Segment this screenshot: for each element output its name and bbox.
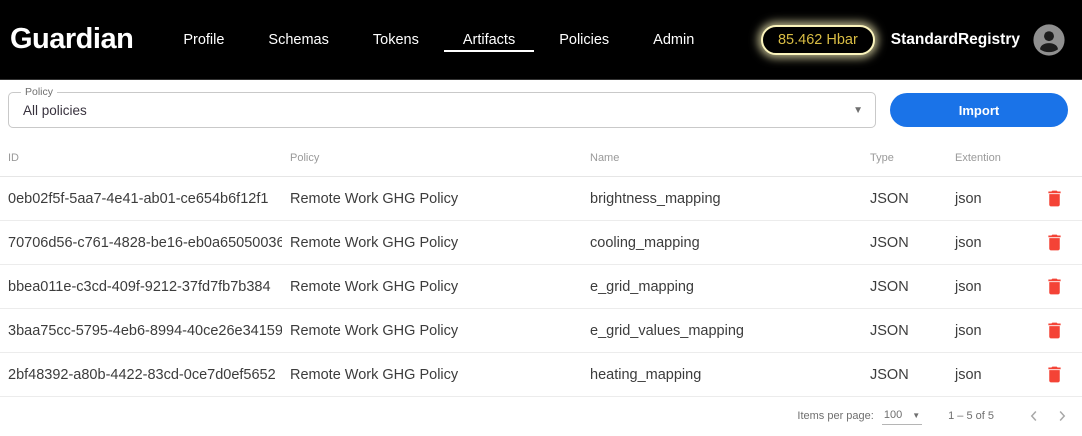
- column-header-type: Type: [862, 152, 947, 164]
- trash-icon: [1044, 364, 1065, 385]
- policy-filter-select[interactable]: Policy All policies ▼: [8, 92, 876, 128]
- next-page-button[interactable]: [1048, 402, 1076, 430]
- table-row: 0eb02f5f-5aa7-4e41-ab01-ce654b6f12f1 Rem…: [0, 177, 1082, 221]
- page-size-select[interactable]: 100 ▼: [882, 407, 922, 425]
- cell-name: heating_mapping: [582, 367, 862, 383]
- cell-type: JSON: [862, 323, 947, 339]
- hbar-balance-badge: 85.462 Hbar: [761, 25, 875, 55]
- nav-item-policies[interactable]: Policies: [537, 0, 631, 80]
- cell-id: 3baa75cc-5795-4eb6-8994-40ce26e34159: [0, 323, 282, 339]
- page-size-value: 100: [884, 409, 902, 421]
- trash-icon: [1044, 320, 1065, 341]
- cell-id: bbea011e-c3cd-409f-9212-37fd7fb7b384: [0, 279, 282, 295]
- artifacts-table: ID Policy Name Type Extention 0eb02f5f-5…: [0, 140, 1082, 397]
- cell-name: e_grid_mapping: [582, 279, 862, 295]
- cell-extention: json: [947, 323, 1032, 339]
- delete-artifact-button[interactable]: [1042, 275, 1066, 299]
- cell-name: e_grid_values_mapping: [582, 323, 862, 339]
- cell-policy: Remote Work GHG Policy: [282, 279, 582, 295]
- table-row: bbea011e-c3cd-409f-9212-37fd7fb7b384 Rem…: [0, 265, 1082, 309]
- top-navbar: Guardian ProfileSchemasTokensArtifactsPo…: [0, 0, 1082, 80]
- trash-icon: [1044, 232, 1065, 253]
- app-logo[interactable]: Guardian: [10, 23, 133, 56]
- cell-id: 0eb02f5f-5aa7-4e41-ab01-ce654b6f12f1: [0, 191, 282, 207]
- username-label: StandardRegistry: [891, 31, 1020, 49]
- chevron-down-icon: ▼: [853, 105, 863, 116]
- navbar-right: 85.462 Hbar StandardRegistry: [761, 23, 1066, 57]
- cell-actions: [1032, 319, 1082, 343]
- nav-item-artifacts[interactable]: Artifacts: [441, 0, 537, 80]
- cell-extention: json: [947, 235, 1032, 251]
- cell-type: JSON: [862, 279, 947, 295]
- import-button[interactable]: Import: [890, 93, 1068, 127]
- cell-extention: json: [947, 367, 1032, 383]
- main-nav: ProfileSchemasTokensArtifactsPoliciesAdm…: [161, 0, 716, 80]
- policy-select-label: Policy: [21, 86, 57, 98]
- table-row: 2bf48392-a80b-4422-83cd-0ce7d0ef5652 Rem…: [0, 353, 1082, 397]
- page-range-label: 1 – 5 of 5: [948, 410, 994, 422]
- chevron-right-icon: [1053, 407, 1071, 425]
- cell-id: 70706d56-c761-4828-be16-eb0a65050036: [0, 235, 282, 251]
- column-header-policy: Policy: [282, 152, 582, 164]
- cell-type: JSON: [862, 191, 947, 207]
- delete-artifact-button[interactable]: [1042, 363, 1066, 387]
- cell-actions: [1032, 275, 1082, 299]
- cell-extention: json: [947, 279, 1032, 295]
- table-header-row: ID Policy Name Type Extention: [0, 140, 1082, 177]
- cell-policy: Remote Work GHG Policy: [282, 235, 582, 251]
- chevron-down-icon: ▼: [912, 411, 920, 420]
- trash-icon: [1044, 276, 1065, 297]
- table-row: 70706d56-c761-4828-be16-eb0a65050036 Rem…: [0, 221, 1082, 265]
- nav-item-profile[interactable]: Profile: [161, 0, 246, 80]
- delete-artifact-button[interactable]: [1042, 231, 1066, 255]
- trash-icon: [1044, 188, 1065, 209]
- chevron-left-icon: [1025, 407, 1043, 425]
- nav-item-tokens[interactable]: Tokens: [351, 0, 441, 80]
- nav-item-schemas[interactable]: Schemas: [246, 0, 350, 80]
- delete-artifact-button[interactable]: [1042, 319, 1066, 343]
- cell-extention: json: [947, 191, 1032, 207]
- paginator: Items per page: 100 ▼ 1 – 5 of 5: [0, 397, 1082, 435]
- user-avatar-icon[interactable]: [1032, 23, 1066, 57]
- column-header-name: Name: [582, 152, 862, 164]
- cell-type: JSON: [862, 235, 947, 251]
- previous-page-button[interactable]: [1020, 402, 1048, 430]
- cell-policy: Remote Work GHG Policy: [282, 191, 582, 207]
- delete-artifact-button[interactable]: [1042, 187, 1066, 211]
- column-header-extention: Extention: [947, 152, 1032, 164]
- policy-select-value: All policies: [23, 103, 853, 118]
- cell-policy: Remote Work GHG Policy: [282, 323, 582, 339]
- cell-policy: Remote Work GHG Policy: [282, 367, 582, 383]
- cell-actions: [1032, 231, 1082, 255]
- cell-id: 2bf48392-a80b-4422-83cd-0ce7d0ef5652: [0, 367, 282, 383]
- table-body: 0eb02f5f-5aa7-4e41-ab01-ce654b6f12f1 Rem…: [0, 177, 1082, 397]
- cell-name: brightness_mapping: [582, 191, 862, 207]
- cell-actions: [1032, 363, 1082, 387]
- nav-item-admin[interactable]: Admin: [631, 0, 716, 80]
- cell-name: cooling_mapping: [582, 235, 862, 251]
- items-per-page-label: Items per page:: [797, 410, 873, 422]
- filter-bar: Policy All policies ▼ Import: [8, 92, 1068, 128]
- cell-actions: [1032, 187, 1082, 211]
- column-header-id: ID: [0, 152, 282, 164]
- table-row: 3baa75cc-5795-4eb6-8994-40ce26e34159 Rem…: [0, 309, 1082, 353]
- cell-type: JSON: [862, 367, 947, 383]
